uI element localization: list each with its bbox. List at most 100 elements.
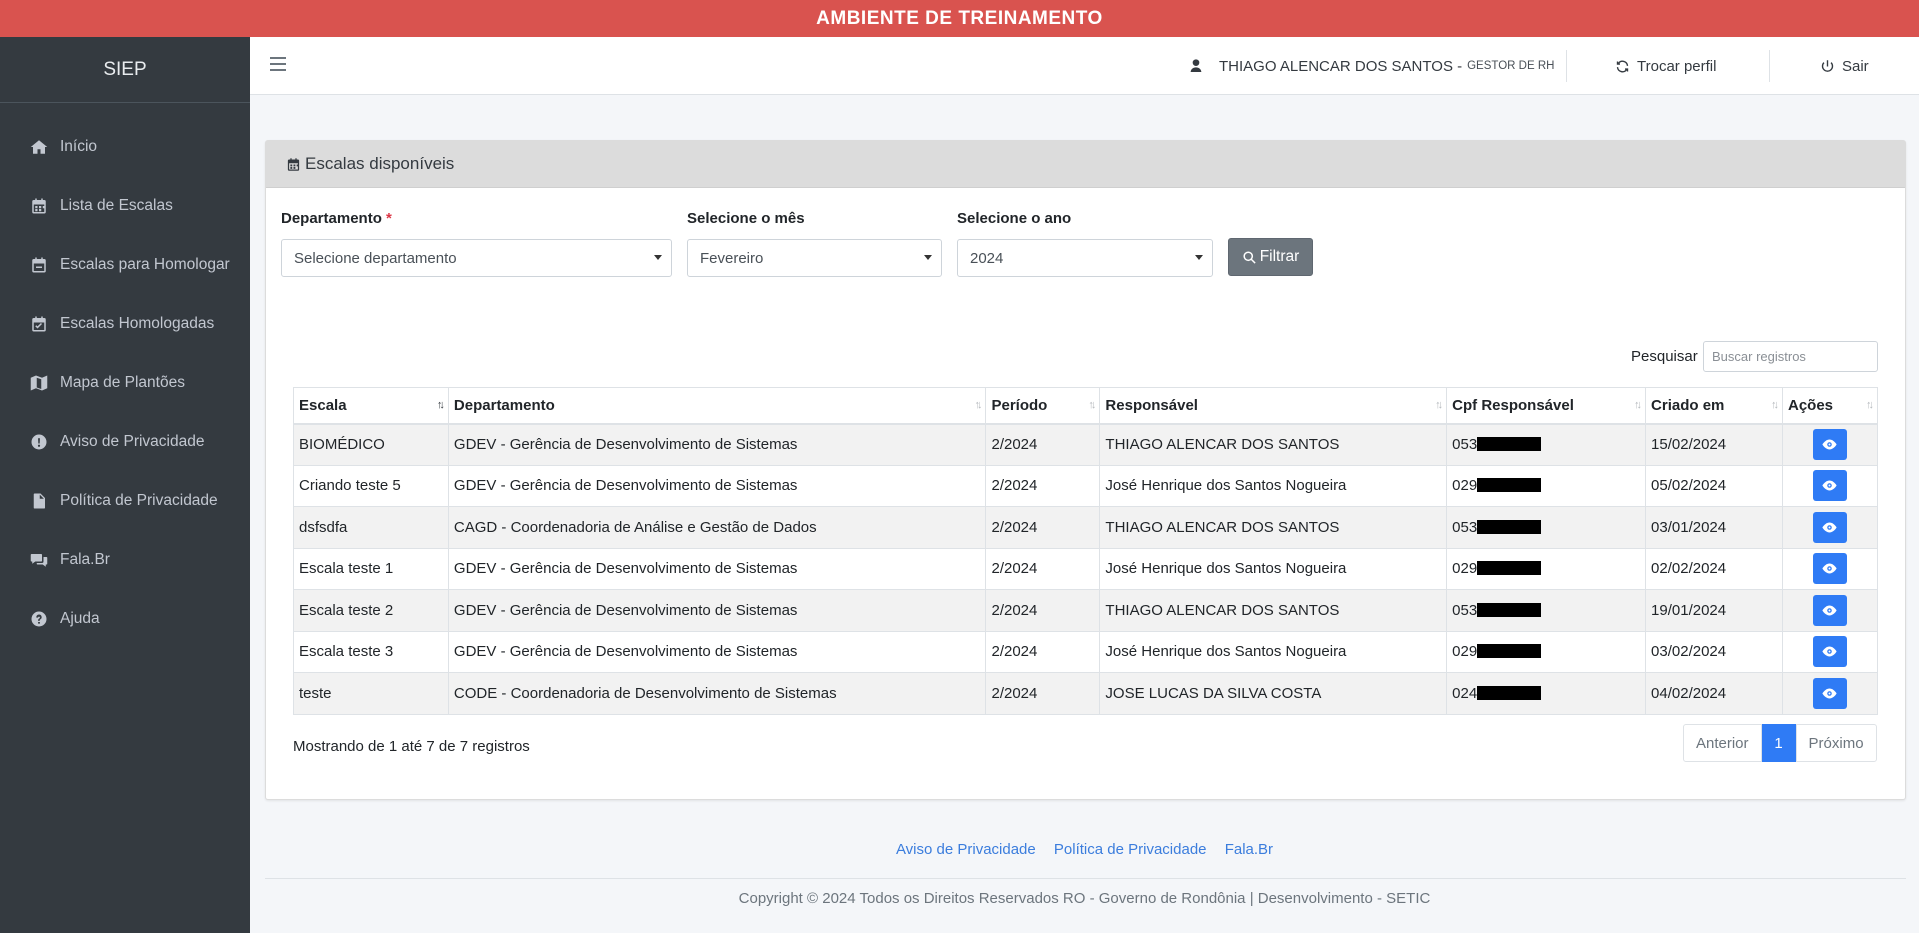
column-header-criado-em[interactable]: Criado em ↑↓ [1645,387,1783,425]
sort-icon: ↑↓ [1435,399,1443,411]
cell-escala: teste [293,672,449,715]
cell-periodo: 2/2024 [985,589,1101,632]
footer-divider [265,878,1906,879]
sidebar-item-politica-de-privacidade[interactable]: Política de Privacidade [0,471,250,530]
table-header-row: Escala ↑↓ Departamento ↑↓ Período ↑↓ Respon… [293,387,1879,425]
filter-button[interactable]: Filtrar [1228,238,1313,276]
calendar-icon [287,157,300,171]
view-button[interactable] [1812,553,1847,585]
cpf-redaction-mask [1477,602,1542,617]
column-header-periodo[interactable]: Período ↑↓ [985,387,1101,425]
cell-cpf-responsavel: 029 [1446,630,1647,673]
column-header-acoes[interactable]: Ações ↑↓ [1781,387,1879,425]
sidebar-item-fala-br[interactable]: Fala.Br [0,530,250,589]
cell-departamento: GDEV - Gerência de Desenvolvimento de Si… [447,464,987,507]
view-button[interactable] [1812,511,1847,543]
pagination-previous[interactable]: Anterior [1683,724,1762,762]
pagination-page-current[interactable]: 1 [1761,724,1796,762]
brand-logo[interactable]: SIEP [0,37,250,103]
footer-link-politica-de-privacidade[interactable]: Política de Privacidade [1054,841,1207,858]
cell-criado-em: 03/02/2024 [1645,630,1783,673]
cpf-redaction-mask [1477,437,1542,452]
pagination-next[interactable]: Próximo [1795,724,1877,762]
cell-departamento: GDEV - Gerência de Desenvolvimento de Si… [447,547,987,590]
sort-icon: ↑↓ [1088,399,1096,411]
department-select[interactable]: Selecione departamento [281,239,672,277]
sidebar-item-label: Fala.Br [60,550,110,568]
footer-link-aviso-de-privacidade[interactable]: Aviso de Privacidade [896,841,1036,858]
eye-icon [1822,480,1838,491]
switch-profile-button[interactable]: Trocar perfil [1615,37,1716,95]
sidebar-item-escalas-homologadas[interactable]: Escalas Homologadas [0,294,250,353]
view-button[interactable] [1812,470,1847,502]
cell-responsavel: THIAGO ALENCAR DOS SANTOS [1099,423,1448,466]
month-select[interactable]: Fevereiro [687,239,942,277]
sidebar-item-mapa-de-plantoes[interactable]: Mapa de Plantões [0,353,250,412]
chevron-down-icon [1195,255,1203,260]
view-button[interactable] [1812,594,1847,626]
cell-periodo: 2/2024 [985,423,1101,466]
switch-profile-label: Trocar perfil [1637,57,1717,75]
cell-cpf-responsavel: 029 [1446,547,1647,590]
table-info: Mostrando de 1 até 7 de 7 registros [293,738,530,755]
cell-escala: Escala teste 3 [293,630,449,673]
column-header-escala[interactable]: Escala ↑↓ [293,387,449,425]
sidebar-item-escalas-para-homologar[interactable]: Escalas para Homologar [0,235,250,294]
view-button[interactable] [1812,677,1847,709]
comments-icon [28,550,50,570]
month-label: Selecione o mês [687,210,805,227]
sidebar-item-ajuda[interactable]: Ajuda [0,589,250,648]
column-header-responsavel[interactable]: Responsável ↑↓ [1099,387,1448,425]
footer-links: Aviso de Privacidade Política de Privaci… [250,841,1919,858]
calendar-icon [28,196,50,216]
cpf-redaction-mask [1477,519,1542,534]
top-navbar: THIAGO ALENCAR DOS SANTOS - GESTOR DE RH… [250,37,1919,95]
cell-responsavel: THIAGO ALENCAR DOS SANTOS [1099,506,1448,549]
cpf-prefix: 053 [1452,436,1478,453]
logout-button[interactable]: Sair [1820,37,1869,95]
cell-criado-em: 03/01/2024 [1645,506,1783,549]
cpf-prefix: 029 [1452,560,1478,578]
logout-label: Sair [1842,57,1869,75]
column-header-departamento[interactable]: Departamento ↑↓ [447,387,987,425]
cell-periodo: 2/2024 [985,464,1101,507]
user-name: THIAGO ALENCAR DOS SANTOS - [1219,57,1463,75]
sort-icon: ↑↓ [1634,399,1642,411]
cpf-prefix: 029 [1452,643,1478,661]
cell-acoes [1781,547,1879,590]
sidebar-item-lista-de-escalas[interactable]: Lista de Escalas [0,176,250,235]
cell-responsavel: José Henrique dos Santos Nogueira [1099,464,1448,507]
sidebar: SIEP Início Lista de Escalas Escalas par… [0,37,250,933]
home-icon [28,137,50,157]
calendar-minus-icon [28,255,50,275]
menu-toggle-icon[interactable] [270,57,286,71]
table-row: Criando teste 5 GDEV - Gerência de Desenv… [293,464,1879,507]
cell-criado-em: 15/02/2024 [1645,423,1783,466]
cell-cpf-responsavel: 053 [1446,423,1647,466]
sort-asc-icon: ↑↓ [436,399,445,411]
column-header-label: Responsável [1105,396,1198,414]
view-button[interactable] [1812,429,1847,460]
chevron-down-icon [654,255,662,260]
column-header-cpf-responsavel[interactable]: Cpf Responsável ↑↓ [1446,387,1647,425]
user-role: GESTOR DE RH [1467,60,1555,72]
cell-periodo: 2/2024 [985,547,1101,590]
year-select[interactable]: 2024 [957,239,1213,277]
footer-link-fala-br[interactable]: Fala.Br [1225,841,1273,858]
chevron-down-icon [924,255,932,260]
eye-icon [1822,522,1838,533]
eye-icon [1822,563,1838,574]
cpf-prefix: 053 [1452,601,1478,619]
calendar-check-icon [28,314,50,334]
cell-acoes [1781,464,1879,507]
cell-periodo: 2/2024 [985,672,1101,715]
sidebar-item-aviso-de-privacidade[interactable]: Aviso de Privacidade [0,412,250,471]
filter-button-label: Filtrar [1259,248,1300,265]
sidebar-item-label: Mapa de Plantões [60,373,185,391]
year-label: Selecione o ano [957,210,1072,227]
sidebar-item-inicio[interactable]: Início [0,117,250,176]
view-button[interactable] [1812,636,1847,668]
column-header-label: Período [991,396,1048,414]
table-row: Escala teste 3 GDEV - Gerência de Desenvo… [293,630,1879,673]
search-input[interactable] [1703,341,1878,372]
